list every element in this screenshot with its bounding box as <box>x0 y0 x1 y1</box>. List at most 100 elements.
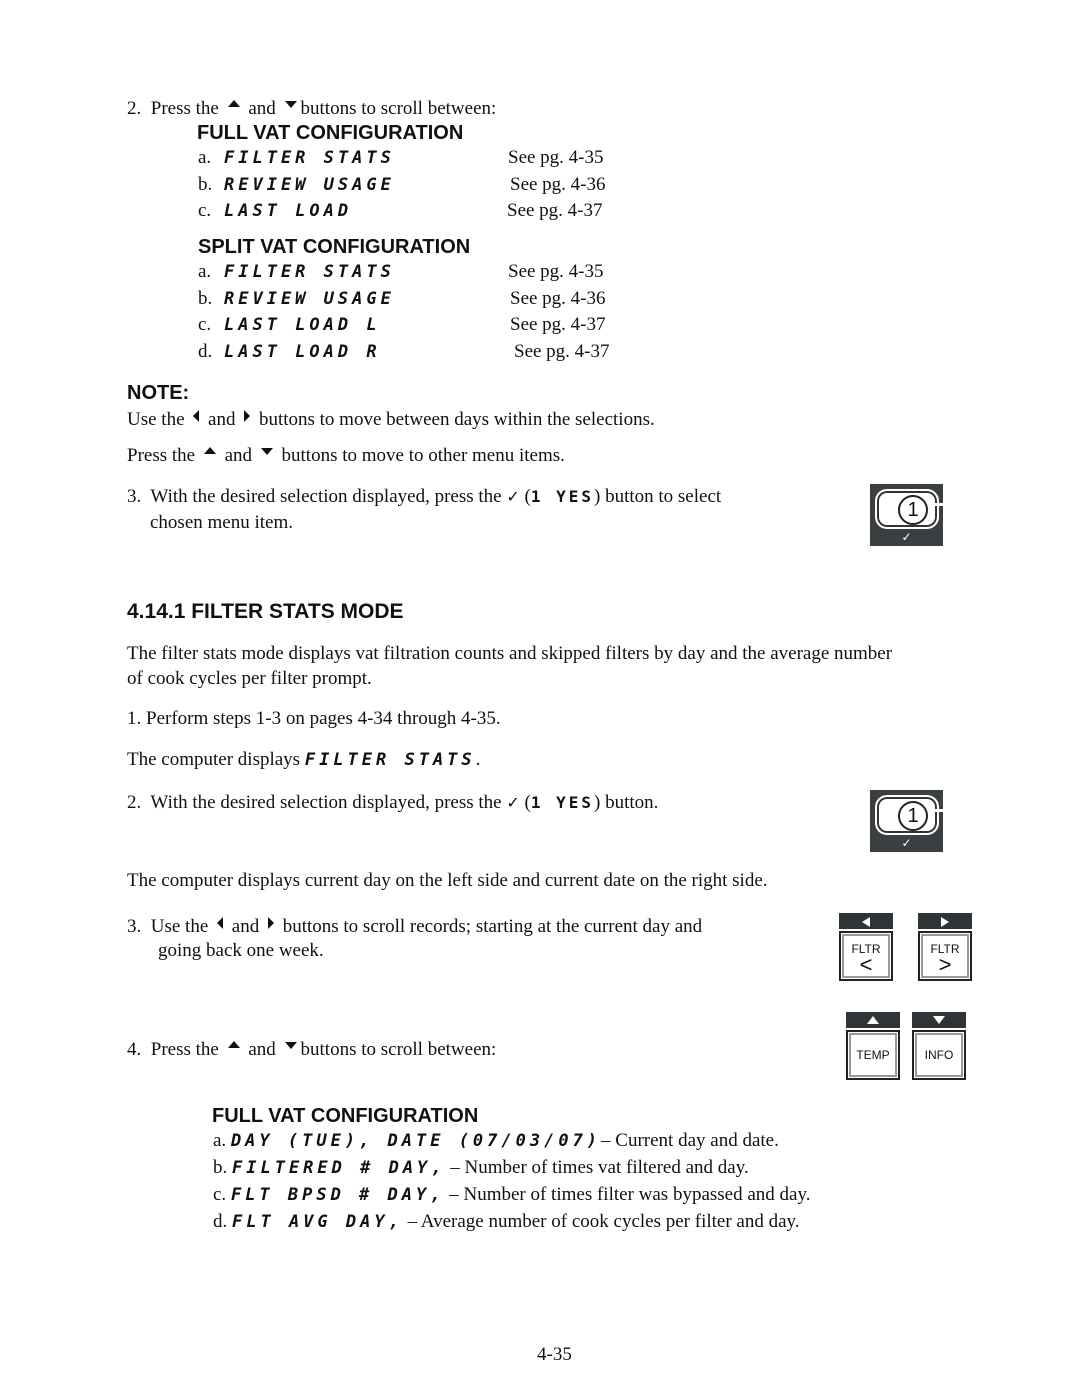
lcd-display-text: LAST LOAD L <box>224 315 381 335</box>
lcd-display-text: LAST LOAD R <box>224 342 381 362</box>
right-arrow-icon <box>941 917 949 927</box>
key-top <box>918 913 972 929</box>
number-one-icon: 1 <box>898 801 928 831</box>
page-number: 4-35 <box>537 1344 572 1365</box>
checkmark-icon: ✓ <box>901 530 912 544</box>
info-key-image: INFO <box>912 1012 966 1080</box>
list-item: c. LAST LOAD L <box>198 314 381 336</box>
up-arrow-icon <box>203 447 216 455</box>
list-item: a. FILTER STATS <box>198 147 395 169</box>
step-3-continued: chosen menu item. <box>150 512 293 533</box>
note-text: and <box>224 445 253 466</box>
note-text: buttons to move between days within the … <box>258 409 655 430</box>
page-reference: See pg. 4-36 <box>510 288 606 309</box>
split-vat-heading: SPLIT VAT CONFIGURATION <box>198 236 471 258</box>
step-text: buttons to scroll between: <box>300 1039 497 1060</box>
down-arrow-icon <box>933 1016 945 1024</box>
note-text: buttons to move to other menu items. <box>281 445 565 466</box>
item-label: d. <box>198 341 213 362</box>
up-arrow-icon <box>227 1041 240 1049</box>
section-intro-line: The filter stats mode displays vat filtr… <box>127 643 893 664</box>
page-reference: See pg. 4-35 <box>508 261 604 282</box>
step-number: 3. <box>127 486 142 507</box>
step-4-scroll-between: 4. Press the and buttons to scroll betwe… <box>127 1039 496 1061</box>
right-arrow-icon <box>267 916 274 929</box>
left-arrow-icon <box>862 917 870 927</box>
step-text: ) button to select <box>594 486 722 507</box>
right-arrow-icon <box>244 409 251 422</box>
up-arrow-icon <box>867 1016 879 1024</box>
key-top <box>912 1012 966 1028</box>
button-tab <box>935 809 943 812</box>
page-reference: See pg. 4-37 <box>507 200 603 221</box>
lcd-display-text: REVIEW USAGE <box>224 175 395 195</box>
step-text: buttons to scroll records; starting at t… <box>282 916 703 937</box>
list-item: a. FILTER STATS <box>198 261 395 283</box>
item-label: d. <box>213 1211 228 1232</box>
step-text: The computer displays <box>127 749 301 770</box>
note-text: Use the <box>127 409 185 430</box>
page-reference: See pg. 4-36 <box>510 174 606 195</box>
item-label: b. <box>213 1157 228 1178</box>
lcd-display-text: 1 YES <box>530 793 594 812</box>
lcd-display-text: LAST LOAD <box>224 201 353 221</box>
step-3-continued: going back one week. <box>158 940 324 961</box>
key-top <box>846 1012 900 1028</box>
button-face: 1 <box>875 795 939 835</box>
key-top <box>839 913 893 929</box>
step-text: and <box>231 916 260 937</box>
current-day-description: The computer displays current day on the… <box>127 870 768 891</box>
list-item: c. FLT BPSD # DAY, – Number of times fil… <box>213 1184 810 1206</box>
number-one-icon: 1 <box>898 495 928 525</box>
list-item: b. FILTERED # DAY, – Number of times vat… <box>213 1157 749 1179</box>
step-text: buttons to scroll between: <box>300 98 497 119</box>
step-number: 3. <box>127 916 142 937</box>
step-text: With the desired selection displayed, pr… <box>150 792 502 813</box>
item-label: c. <box>213 1184 227 1205</box>
lcd-display-text: FILTERED # DAY, <box>232 1158 446 1178</box>
list-item: b. REVIEW USAGE <box>198 288 395 310</box>
step-text: Use the <box>150 916 209 937</box>
key-label: TEMP <box>856 1048 890 1062</box>
key-face: FLTR < <box>839 931 893 981</box>
lcd-display-text: FLT AVG DAY, <box>232 1212 403 1232</box>
temp-key-image: TEMP <box>846 1012 900 1080</box>
key-face: FLTR > <box>918 931 972 981</box>
key-face: INFO <box>912 1030 966 1080</box>
yes-button-image: 1 ✓ <box>870 790 943 852</box>
key-face: TEMP <box>846 1030 900 1080</box>
step-text: . <box>475 749 481 770</box>
left-arrow-icon <box>193 409 200 422</box>
step-text: ) button. <box>594 792 659 813</box>
step-2-scroll-instruction: 2. Press the and buttons to scroll betwe… <box>127 98 496 120</box>
item-label: b. <box>198 174 213 195</box>
step-text: Press the <box>150 98 219 119</box>
list-item: c. LAST LOAD <box>198 200 352 222</box>
button-face: 1 <box>875 489 939 529</box>
list-item: b. REVIEW USAGE <box>198 174 395 196</box>
item-label: a. <box>198 261 212 282</box>
lcd-display-text: FILTER STATS <box>224 262 395 282</box>
step-text: Press the <box>150 1039 219 1060</box>
full-vat-heading: FULL VAT CONFIGURATION <box>212 1105 479 1127</box>
item-label: a. <box>213 1130 227 1151</box>
key-label: INFO <box>924 1048 954 1062</box>
button-tab <box>935 503 943 506</box>
item-description: – Current day and date. <box>601 1130 779 1151</box>
step-3-select-instruction: 3. With the desired selection displayed,… <box>127 486 721 508</box>
list-item: a. DAY (TUE), DATE (07/03/07)– Current d… <box>213 1130 779 1152</box>
note-text: Press the <box>127 445 196 466</box>
lcd-display-text: REVIEW USAGE <box>224 289 395 309</box>
yes-button-image: 1 ✓ <box>870 484 943 546</box>
checkmark-icon: ✓ <box>506 793 520 812</box>
lcd-display-text: FILTER STATS <box>304 750 476 770</box>
computer-displays-line: The computer displays FILTER STATS. <box>127 749 480 771</box>
item-label: a. <box>198 147 212 168</box>
lcd-display-text: DAY (TUE), DATE (07/03/07) <box>230 1131 602 1151</box>
left-arrow-icon <box>217 916 224 929</box>
fltr-left-key-image: FLTR < <box>839 913 893 981</box>
less-than-icon: < <box>859 952 873 977</box>
step-3-scroll-records: 3. Use the and buttons to scroll records… <box>127 916 702 938</box>
down-arrow-icon <box>284 101 297 109</box>
checkmark-icon: ✓ <box>506 487 520 506</box>
